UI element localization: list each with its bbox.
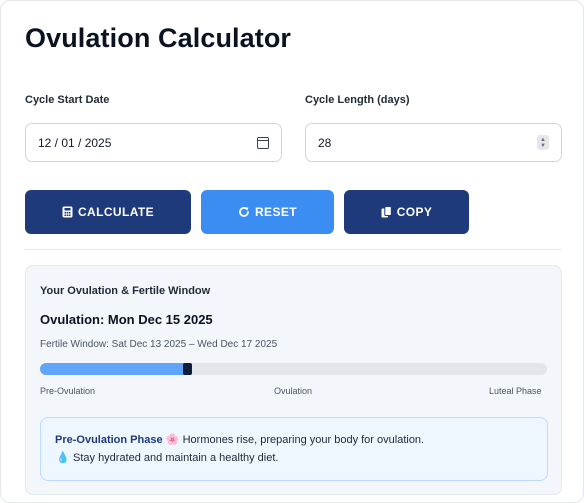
calculator-icon [62,206,73,218]
page-title: Ovulation Calculator [25,23,292,53]
cycle-progress-marker [183,363,192,375]
phase-info-box: Pre-Ovulation Phase 🌸 Hormones rise, pre… [40,417,548,481]
cycle-progress-fill [40,363,187,375]
calendar-icon[interactable] [257,136,269,149]
droplet-icon: 💧 [56,452,70,464]
cycle-progress-bar [40,363,547,375]
result-panel: Your Ovulation & Fertile Window Ovulatio… [25,265,562,495]
start-date-input[interactable]: 12 / 01 / 2025 [25,123,282,162]
copy-button[interactable]: COPY [344,190,469,234]
number-spinner[interactable]: ▲ ▼ [537,135,549,150]
divider [25,249,561,250]
reset-button[interactable]: RESET [201,190,334,234]
result-heading: Your Ovulation & Fertile Window [40,285,211,297]
cycle-length-label: Cycle Length (days) [305,94,410,106]
spinner-down-icon[interactable]: ▼ [540,143,546,149]
cycle-length-input[interactable]: 28 ▲ ▼ [305,123,562,162]
phase-label-luteal: Luteal Phase [489,386,542,396]
cycle-length-value: 28 [318,135,332,150]
fertile-window: Fertile Window: Sat Dec 13 2025 – Wed De… [40,339,278,350]
flower-icon: 🌸 [165,434,180,446]
refresh-icon [239,207,249,217]
ovulation-date: Ovulation: Mon Dec 15 2025 [40,312,213,327]
calculate-button[interactable]: CALCULATE [25,190,191,234]
copy-label: COPY [396,205,433,219]
start-date-value: 12 / 01 / 2025 [38,135,112,150]
phase-name: Pre-Ovulation Phase [55,433,163,446]
start-date-label: Cycle Start Date [25,94,110,106]
phase-tip: Stay hydrated and maintain a healthy die… [73,451,279,464]
copy-icon [381,206,392,218]
phase-description: Hormones rise, preparing your body for o… [182,433,425,446]
reset-label: RESET [254,205,297,219]
phase-label-pre-ovulation: Pre-Ovulation [40,386,96,396]
calculator-card: Ovulation Calculator Cycle Start Date Cy… [0,0,584,503]
calculate-label: CALCULATE [77,205,155,219]
phase-label-ovulation: Ovulation [274,386,313,396]
